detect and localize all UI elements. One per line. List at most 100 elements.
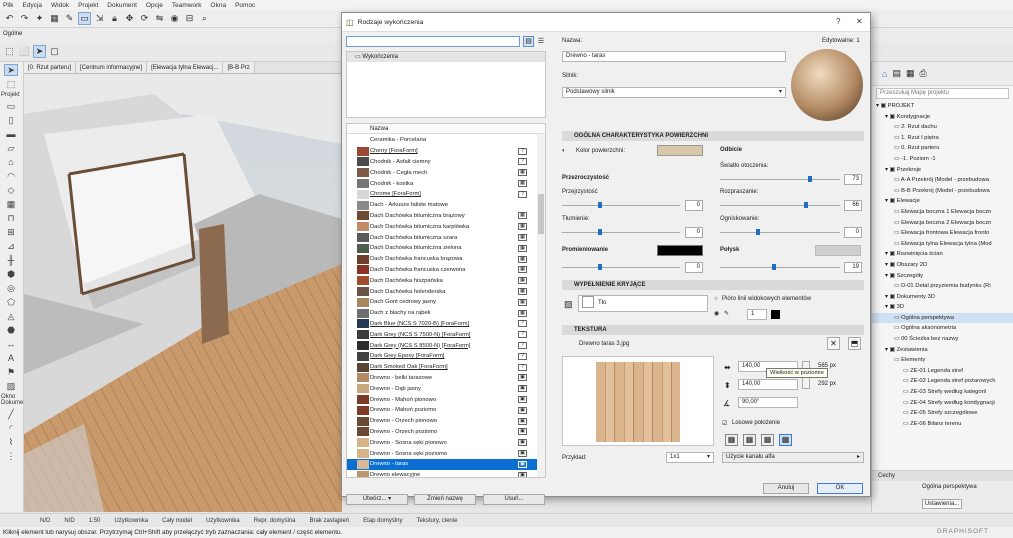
menu-item-6[interactable]: Teamwork xyxy=(172,2,202,9)
surface-row[interactable]: Dark Grey (NCS S 7500-N) [ForaForm]? xyxy=(347,329,538,340)
focus-slider[interactable] xyxy=(720,229,840,235)
surface-row[interactable]: Chodnik - Asfalt ciemny? xyxy=(347,157,538,168)
create-button[interactable]: Utwórz... ▾ xyxy=(346,494,408,505)
tree-item[interactable]: ▭ -1. Poziom -1 xyxy=(872,154,1013,165)
marquee-icon[interactable]: ⬜ xyxy=(18,45,31,58)
selection-icon[interactable]: ⬚ xyxy=(3,45,16,58)
engine-select[interactable]: Podstawowy silnik ▾ xyxy=(562,87,786,98)
grid-icon[interactable]: ▦ xyxy=(48,12,61,25)
view-map-icon[interactable]: ▤ xyxy=(892,68,901,79)
menu-item-8[interactable]: Pomoc xyxy=(235,2,255,9)
tree-item[interactable]: ▭ B-B Przekrój (Model - przebudowa xyxy=(872,186,1013,197)
tree-item[interactable]: ▭ Ogólna perspektywa xyxy=(872,312,1013,324)
view-tab[interactable]: [Elewacja tylna Elewacj... xyxy=(147,62,224,73)
glow-slider[interactable] xyxy=(562,264,680,270)
rename-button[interactable]: Zmień nazwę xyxy=(414,494,476,505)
diffusion-value[interactable]: 66 xyxy=(844,200,862,211)
surface-row[interactable]: Cherry [ForaForm]? xyxy=(347,146,538,157)
pen-number-input[interactable]: 1 xyxy=(747,309,767,320)
surface-row[interactable]: Dark Smoked Oak [ForaForm]? xyxy=(347,362,538,373)
surface-row[interactable]: Drewno - Orzech poziomo ▣ xyxy=(347,427,538,438)
transparency-slider[interactable] xyxy=(562,202,680,208)
status-item[interactable]: N/D xyxy=(40,518,50,524)
load-texture-icon[interactable]: ⬒ xyxy=(848,337,861,350)
zone-tool-icon[interactable]: ⬠ xyxy=(4,296,18,308)
door-tool-icon[interactable]: ⊓ xyxy=(4,212,18,224)
text-tool-icon[interactable]: A xyxy=(4,352,18,364)
layer-icon[interactable]: ▭ xyxy=(78,12,91,25)
surface-row[interactable]: Dach Dachówka holenderska ▦ xyxy=(347,286,538,297)
tree-item[interactable]: ▾ ▣ Szczegóły xyxy=(872,271,1013,282)
section-general[interactable]: OGÓLNA CHARAKTERYSTYKA POWIERZCHNI xyxy=(562,131,864,141)
cancel-button[interactable]: Anuluj xyxy=(763,483,809,494)
pen-radio-selected[interactable]: ◉ xyxy=(714,310,719,317)
menu-item-2[interactable]: Widok xyxy=(51,2,69,9)
project-map-icon[interactable]: ⌂ xyxy=(882,69,887,79)
help-button[interactable]: ? xyxy=(836,17,840,26)
navigator-search-input[interactable]: Przeszukaj Mapę projektu xyxy=(876,88,1009,99)
undo-icon[interactable]: ↶ xyxy=(3,12,16,25)
tree-item[interactable]: ▭ Elewacja frontowa Elewacja fronto xyxy=(872,228,1013,239)
surface-row[interactable]: Drewno - Dąb jasny ▣ xyxy=(347,383,538,394)
menu-item-0[interactable]: Plik xyxy=(3,2,13,9)
surface-row[interactable]: Drewno - Sosna sęki poziomo ▣ xyxy=(347,448,538,459)
list-scrollbar[interactable] xyxy=(537,134,545,477)
polyline-tool-icon[interactable]: ⌇ xyxy=(4,436,18,448)
section-texture[interactable]: TEKSTURA xyxy=(562,325,864,335)
surface-row[interactable]: Ceramika - Porcelana xyxy=(347,135,538,146)
tree-item[interactable]: ▭ Elewacja boczna 2 Elewacja boczn xyxy=(872,218,1013,229)
window-tool-icon[interactable]: ⊞ xyxy=(4,226,18,238)
lock-icon[interactable]: 🔒︎ xyxy=(108,12,121,25)
shine-value[interactable]: 19 xyxy=(844,262,862,273)
mesh-tool-icon[interactable]: ◬ xyxy=(4,310,18,322)
surface-row[interactable]: Chrome [ForaForm]? xyxy=(347,189,538,200)
shine-thumb[interactable] xyxy=(772,264,776,270)
surface-row[interactable]: Dach Dachówka bitumiczna szara ▦ xyxy=(347,232,538,243)
tree-item[interactable]: ▭ 0. Rzut parteru xyxy=(872,143,1013,154)
settings-button[interactable]: Ustawienia... xyxy=(922,499,962,509)
line-tool-icon[interactable]: ╱ xyxy=(4,408,18,420)
surface-row[interactable]: Dach - Arkusze faliste matowe xyxy=(347,200,538,211)
delete-button[interactable]: Usuń... xyxy=(483,494,545,505)
curtain-wall-tool-icon[interactable]: ▦ xyxy=(4,198,18,210)
menu-item-5[interactable]: Opcje xyxy=(146,2,163,9)
morph-tool-icon[interactable]: ⬣ xyxy=(4,324,18,336)
menu-item-4[interactable]: Dokument xyxy=(107,2,137,9)
view-tab[interactable]: [0. Rzut parteru] xyxy=(24,62,77,73)
list-header-name[interactable]: Nazwa xyxy=(347,124,545,134)
view-tab[interactable]: [Centrum informacyjne] xyxy=(76,62,148,73)
mode-4-icon[interactable]: ▦ xyxy=(779,434,792,446)
glow-thumb[interactable] xyxy=(598,264,602,270)
shine-color-swatch[interactable] xyxy=(815,245,861,256)
zoom-icon[interactable]: ⌕ xyxy=(198,12,211,25)
beam-tool-icon[interactable]: ▬ xyxy=(4,128,18,140)
status-item[interactable]: Repr. domyślna xyxy=(254,518,296,524)
move-icon[interactable]: ✥ xyxy=(123,12,136,25)
tree-item[interactable]: ▾ ▣ Kondygnacje xyxy=(872,112,1013,123)
surface-search-input[interactable] xyxy=(346,36,520,47)
tree-item[interactable]: ▭ ZE-06 Bilans terenu xyxy=(872,419,1013,430)
status-item[interactable]: Użytkownika xyxy=(114,518,148,524)
fill-tool-icon[interactable]: ▨ xyxy=(4,380,18,392)
more-tools-icon[interactable]: ⋮ xyxy=(4,450,18,462)
layout-book-icon[interactable]: ▦ xyxy=(906,68,915,79)
rotate-icon[interactable]: ⟳ xyxy=(138,12,151,25)
shell-tool-icon[interactable]: ◠ xyxy=(4,170,18,182)
remove-texture-icon[interactable]: ✕ xyxy=(827,337,840,350)
tree-item[interactable]: ▭ Elewacja tylna Elewacja tylna (Mod xyxy=(872,239,1013,250)
status-item[interactable]: Cały model xyxy=(162,518,192,524)
scrollbar-thumb[interactable] xyxy=(538,194,544,234)
tree-item[interactable]: ▭ ZE-04 Strefy według kondygnacji xyxy=(872,398,1013,409)
publisher-icon[interactable]: ⎙ xyxy=(919,68,926,79)
section-icon[interactable]: ⊟ xyxy=(183,12,196,25)
surface-row[interactable]: Dach Dachówka bitumiczna brązowy ▦ xyxy=(347,211,538,222)
pen-color-swatch[interactable] xyxy=(771,310,780,319)
folder-item[interactable]: ▭ Wykończenia xyxy=(347,52,545,62)
surface-row[interactable]: Dach Dachówka francuska czerwona ▦ xyxy=(347,265,538,276)
tree-item[interactable]: ▭ ZE-02 Legenda stref pożarowych xyxy=(872,376,1013,387)
name-input[interactable]: Drewno - taras xyxy=(562,51,786,62)
alpha-button[interactable]: Użycie kanału alfa ▸ xyxy=(722,452,864,463)
surface-row[interactable]: Chodnik - Cegła mech ▦ xyxy=(347,167,538,178)
tree-item[interactable]: ▭ 00 Ścieżka bez nazwy xyxy=(872,334,1013,345)
surface-row[interactable]: Drewno - belki tarasowe ▣ xyxy=(347,373,538,384)
